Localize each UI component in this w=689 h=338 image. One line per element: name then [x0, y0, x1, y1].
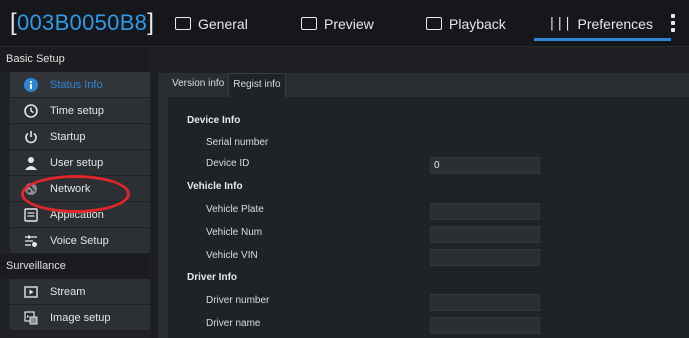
voice-settings-icon — [24, 234, 38, 248]
sidebar-item-voice-setup[interactable]: Voice Setup — [10, 228, 150, 254]
device-id-text: 003B0050B8 — [16, 10, 148, 35]
sidebar-item-status-info[interactable]: Status Info — [10, 72, 150, 98]
sidebar-item-label: User setup — [50, 156, 104, 169]
section-surveillance: Surveillance — [0, 254, 150, 279]
preferences-icon: ||| — [548, 16, 572, 31]
sidebar-item-stream[interactable]: Stream — [10, 279, 150, 305]
driver-number-label: Driver number — [206, 295, 270, 306]
group-vehicle-info: Vehicle Info — [187, 181, 243, 192]
device-id-field[interactable]: 0 — [430, 157, 540, 174]
vehicle-vin-field[interactable] — [430, 249, 540, 266]
vehicle-plate-label: Vehicle Plate — [206, 204, 264, 215]
more-menu-icon[interactable] — [671, 14, 675, 34]
sidebar-item-label: Time setup — [50, 104, 105, 117]
tab-preferences-label: Preferences — [577, 15, 653, 32]
sidebar-item-label: Startup — [50, 130, 86, 143]
sidebar-item-user-setup[interactable]: User setup — [10, 150, 150, 176]
clock-icon — [24, 103, 38, 118]
app-window: [003B0050B8] General Preview Playback ||… — [0, 0, 689, 338]
tab-preferences[interactable]: ||| Preferences — [534, 0, 671, 47]
sidebar-item-time-setup[interactable]: Time setup — [10, 98, 150, 124]
sidebar-item-label: Image setup — [50, 311, 111, 324]
serial-number-label: Serial number — [206, 137, 269, 148]
application-icon — [24, 207, 38, 222]
driver-number-field[interactable] — [430, 294, 540, 311]
tab-general[interactable]: General — [175, 0, 248, 47]
vehicle-num-field[interactable] — [430, 226, 540, 243]
stream-icon — [24, 285, 38, 299]
group-driver-info: Driver Info — [187, 272, 238, 283]
playback-icon — [426, 17, 442, 30]
driver-name-field[interactable] — [430, 317, 540, 334]
group-device-info: Device Info — [187, 115, 241, 126]
network-highlight-circle — [21, 175, 130, 213]
vehicle-plate-field[interactable] — [430, 203, 540, 220]
sidebar-item-label: Voice Setup — [50, 234, 109, 247]
general-icon — [175, 17, 191, 30]
subtab-bar: Version info Regist info — [168, 73, 286, 97]
sidebar-item-image-setup[interactable]: Image setup — [10, 305, 150, 331]
sidebar-item-startup[interactable]: Startup — [10, 124, 150, 150]
subtab-regist-info[interactable]: Regist info — [228, 73, 286, 97]
user-icon — [24, 156, 38, 170]
tab-general-label: General — [198, 15, 248, 32]
driver-name-label: Driver name — [206, 318, 261, 329]
regist-info-form: Device Info Serial number Device ID 0 Ve… — [168, 97, 689, 338]
power-icon — [24, 130, 38, 144]
top-bar: [003B0050B8] General Preview Playback ||… — [0, 0, 689, 47]
device-id-title: [003B0050B8] — [10, 9, 155, 36]
vehicle-vin-label: Vehicle VIN — [206, 250, 258, 261]
tab-preview[interactable]: Preview — [301, 0, 374, 47]
sidebar-item-label: Stream — [50, 285, 86, 298]
section-basic-setup: Basic Setup — [0, 47, 150, 72]
tab-playback-label: Playback — [449, 15, 506, 32]
info-icon — [24, 77, 38, 92]
image-setup-icon — [24, 310, 38, 325]
subtab-version-info[interactable]: Version info — [168, 73, 228, 97]
preview-icon — [301, 17, 317, 30]
tab-playback[interactable]: Playback — [426, 0, 506, 47]
vehicle-num-label: Vehicle Num — [206, 227, 263, 238]
main-panel: Version info Regist info Device Info Ser… — [158, 73, 689, 338]
device-id-label: Device ID — [206, 158, 250, 169]
tab-preview-label: Preview — [324, 15, 374, 32]
sidebar-item-label: Status Info — [50, 78, 103, 91]
